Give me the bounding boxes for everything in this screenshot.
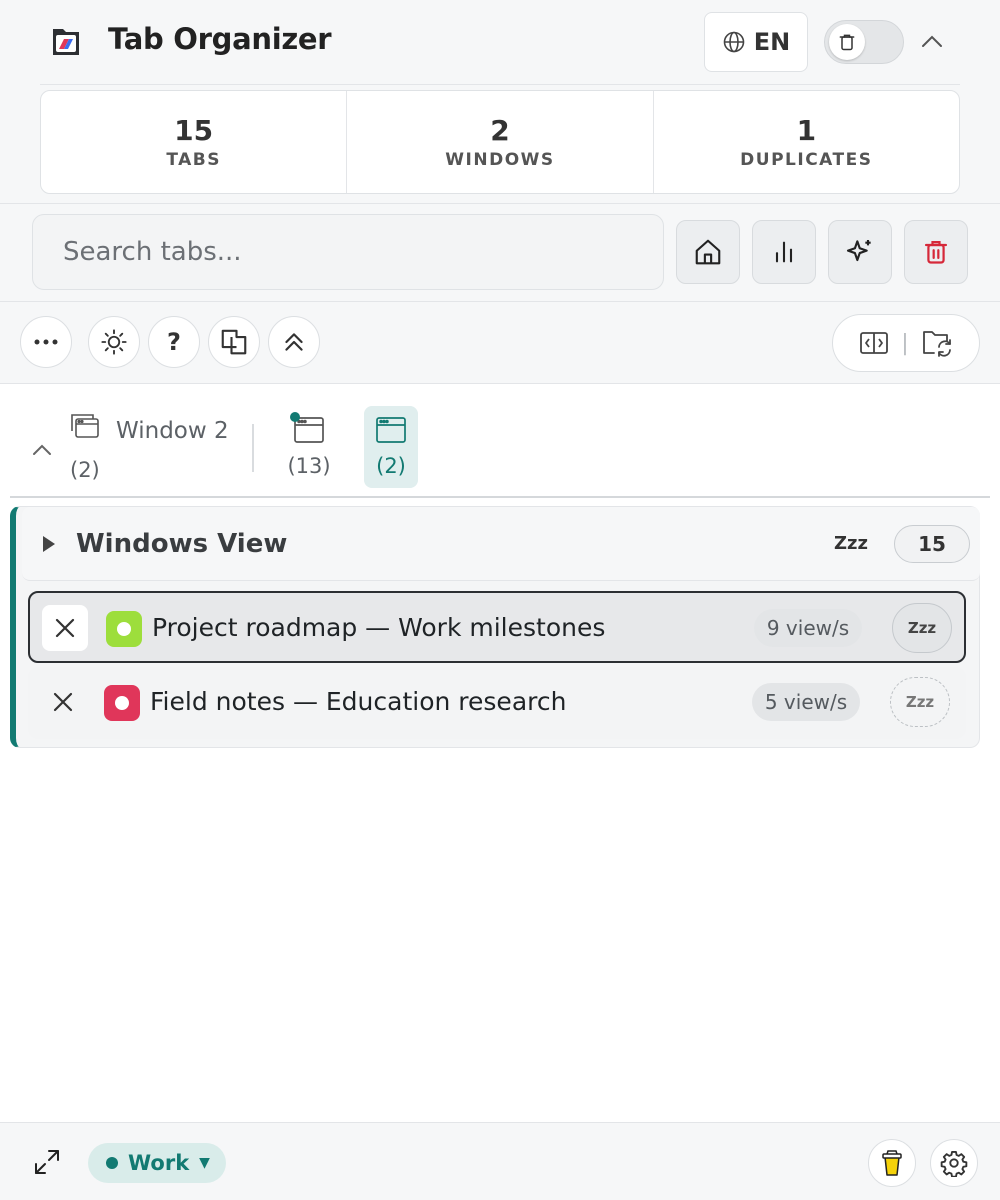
folder-sync-icon[interactable] xyxy=(921,329,953,357)
favicon-icon xyxy=(106,611,142,647)
action-toolbar: ? | xyxy=(0,302,1000,384)
delete-mode-toggle[interactable] xyxy=(824,20,904,64)
more-icon xyxy=(33,338,59,346)
current-window-indicator xyxy=(290,412,300,422)
sparkles-icon xyxy=(844,236,876,268)
window-tab-1[interactable]: (13) xyxy=(282,406,336,488)
close-icon xyxy=(52,691,74,713)
favicon-icon xyxy=(104,685,140,721)
toggle-knob xyxy=(829,24,865,60)
trash-icon xyxy=(922,238,950,266)
stat-label: DUPLICATES xyxy=(740,150,873,170)
home-button[interactable] xyxy=(676,220,740,284)
window-tab-count: (2) xyxy=(376,454,406,478)
tab-views-badge: 5 view/s xyxy=(752,683,860,721)
tab-organizer-logo-icon xyxy=(50,26,82,58)
stat-value: 1 xyxy=(796,114,817,147)
window-switcher: Window 2 (2) (13) (2) xyxy=(0,384,1000,498)
close-all-button[interactable] xyxy=(904,220,968,284)
divider xyxy=(252,424,254,472)
stats-icon xyxy=(770,238,798,266)
app-title: Tab Organizer xyxy=(108,22,332,56)
search-input[interactable] xyxy=(32,214,664,290)
group-count-badge: 15 xyxy=(894,525,970,563)
snooze-button[interactable]: Zzz xyxy=(892,603,952,653)
snooze-group-button[interactable]: Zzz xyxy=(834,533,868,554)
current-window-count: (2) xyxy=(70,458,100,482)
profile-label: Work xyxy=(128,1151,190,1175)
tab-views-badge: 9 view/s xyxy=(754,609,862,647)
help-button[interactable]: ? xyxy=(148,316,200,368)
stat-value: 2 xyxy=(490,114,510,147)
stat-windows: 2 WINDOWS xyxy=(347,91,654,193)
group-title: Windows View xyxy=(76,529,288,559)
pill-divider: | xyxy=(901,330,909,356)
statistics-button[interactable] xyxy=(752,220,816,284)
help-icon: ? xyxy=(167,328,181,356)
close-icon xyxy=(54,617,76,639)
divider xyxy=(10,496,990,498)
header: Tab Organizer EN 15 TABS 2 WINDOWS 1 DUP… xyxy=(0,0,1000,204)
caret-down-icon: ▼ xyxy=(199,1155,210,1171)
current-window-label: Window 2 xyxy=(116,418,229,444)
group-header[interactable]: Windows View Zzz 15 xyxy=(22,507,980,581)
tab-row[interactable]: Field notes — Education research 5 view/… xyxy=(28,667,966,739)
trash-icon xyxy=(837,32,857,52)
coffee-cup-icon xyxy=(880,1149,904,1177)
divider xyxy=(40,84,960,85)
close-tab-button[interactable] xyxy=(42,605,88,651)
windows-stack-icon xyxy=(70,412,100,440)
window-tab-count: (13) xyxy=(287,454,331,478)
search-toolbar xyxy=(0,204,1000,302)
stat-label: WINDOWS xyxy=(445,150,555,170)
collapse-all-icon xyxy=(281,329,307,355)
theme-sun-icon xyxy=(100,328,128,356)
profile-dot xyxy=(106,1157,118,1169)
home-icon xyxy=(693,237,723,267)
duplicate-icon xyxy=(219,327,249,357)
expand-icon[interactable] xyxy=(32,1147,62,1177)
stat-label: TABS xyxy=(166,150,221,170)
stat-value: 15 xyxy=(174,114,214,147)
profile-selector[interactable]: Work ▼ xyxy=(88,1143,226,1183)
tab-title: Project roadmap — Work milestones xyxy=(152,613,606,642)
browser-window-icon xyxy=(375,416,407,444)
language-label: EN xyxy=(753,28,791,56)
tab-group: Windows View Zzz 15 Project roadmap — Wo… xyxy=(10,506,980,748)
view-switch-group: | xyxy=(832,314,980,372)
stats-panel: 15 TABS 2 WINDOWS 1 DUPLICATES xyxy=(40,90,960,194)
language-button[interactable]: EN xyxy=(704,12,808,72)
chevron-up-icon[interactable] xyxy=(918,28,946,56)
window-tab-2[interactable]: (2) xyxy=(364,406,418,488)
close-tab-button[interactable] xyxy=(40,679,86,725)
duplicates-button[interactable] xyxy=(208,316,260,368)
settings-button[interactable] xyxy=(930,1139,978,1187)
snooze-button[interactable]: Zzz xyxy=(890,677,950,727)
gear-icon xyxy=(940,1149,968,1177)
support-button[interactable] xyxy=(868,1139,916,1187)
tab-row[interactable]: Project roadmap — Work milestones 9 view… xyxy=(28,591,966,663)
ai-organize-button[interactable] xyxy=(828,220,892,284)
collapse-all-button[interactable] xyxy=(268,316,320,368)
stat-tabs: 15 TABS xyxy=(41,91,348,193)
stat-duplicates[interactable]: 1 DUPLICATES xyxy=(654,91,959,193)
globe-icon xyxy=(722,30,746,54)
theme-button[interactable] xyxy=(88,316,140,368)
chevron-up-icon[interactable] xyxy=(28,436,56,464)
more-button[interactable] xyxy=(20,316,72,368)
caret-right-icon[interactable] xyxy=(42,535,56,553)
split-view-icon[interactable] xyxy=(859,330,889,356)
tab-title: Field notes — Education research xyxy=(150,687,567,716)
footer: Work ▼ xyxy=(0,1122,1000,1200)
